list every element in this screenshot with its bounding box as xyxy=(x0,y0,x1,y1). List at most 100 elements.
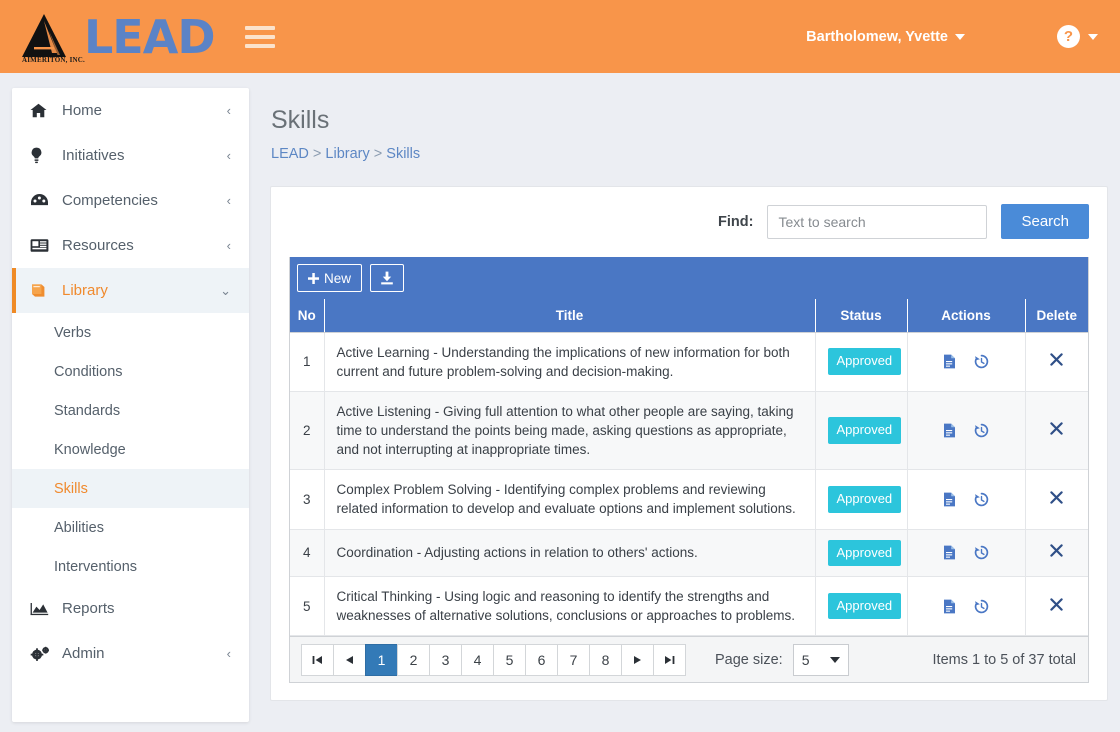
dashboard-icon xyxy=(30,193,56,208)
sidebar-item-home[interactable]: Home ‹ xyxy=(12,88,249,133)
sidebar-item-verbs[interactable]: Verbs xyxy=(12,313,249,352)
pager-prev-button[interactable] xyxy=(333,643,366,676)
plus-icon xyxy=(308,272,319,284)
pager-next-button[interactable] xyxy=(621,643,654,676)
first-page-icon xyxy=(312,655,322,664)
document-icon[interactable] xyxy=(943,545,956,560)
document-icon[interactable] xyxy=(943,599,956,614)
close-x-icon[interactable] xyxy=(1050,544,1063,561)
brand-subtitle: AIMERITON, INC. xyxy=(22,55,85,64)
breadcrumb-link-library[interactable]: Library xyxy=(325,146,369,162)
brand-block: AIMERITON, INC. LEAD xyxy=(0,9,275,65)
sidebar-item-competencies[interactable]: Competencies ‹ xyxy=(12,178,249,223)
sidebar-item-knowledge[interactable]: Knowledge xyxy=(12,430,249,469)
column-header-delete[interactable]: Delete xyxy=(1024,299,1088,333)
search-button[interactable]: Search xyxy=(1001,204,1089,239)
document-icon[interactable] xyxy=(943,423,956,438)
sidebar-item-resources[interactable]: Resources ‹ xyxy=(12,223,249,268)
sidebar-item-conditions[interactable]: Conditions xyxy=(12,352,249,391)
row-delete xyxy=(1024,391,1088,471)
row-actions xyxy=(906,332,1025,392)
pager-page-3[interactable]: 3 xyxy=(429,643,462,676)
hamburger-bar xyxy=(244,43,275,48)
chevron-left-icon: ‹ xyxy=(226,193,231,208)
page-title: Skills xyxy=(271,106,330,134)
pager-page-2[interactable]: 2 xyxy=(397,643,430,676)
history-icon[interactable] xyxy=(974,423,989,438)
new-button[interactable]: New xyxy=(297,264,363,292)
breadcrumb: LEAD > Library > Skills xyxy=(271,146,1120,162)
sidebar-item-label: Home xyxy=(62,102,103,119)
status-badge: Approved xyxy=(827,592,902,620)
row-title: Complex Problem Solving - Identifying co… xyxy=(323,469,815,530)
table-row: 4 Coordination - Adjusting actions in rel… xyxy=(290,529,1088,578)
history-icon[interactable] xyxy=(974,354,989,369)
hamburger-icon[interactable] xyxy=(244,25,275,48)
sidebar-item-admin[interactable]: Admin ‹ xyxy=(12,631,249,676)
row-status: Approved xyxy=(814,529,907,578)
row-number: 1 xyxy=(290,332,324,392)
pager-first-button[interactable] xyxy=(301,643,334,676)
sidebar-item-label: Reports xyxy=(62,600,115,617)
document-icon[interactable] xyxy=(943,492,956,507)
document-icon[interactable] xyxy=(943,354,956,369)
new-button-label: New xyxy=(324,270,352,286)
close-x-icon[interactable] xyxy=(1050,353,1063,370)
sidebar-item-library[interactable]: Library ⌄ xyxy=(12,268,249,313)
export-button[interactable] xyxy=(370,264,405,292)
chevron-left-icon: ‹ xyxy=(226,238,231,253)
pager-page-5[interactable]: 5 xyxy=(493,643,526,676)
pager-buttons: 1 2 3 4 5 6 7 8 xyxy=(301,643,686,676)
page-size-select[interactable]: 5 xyxy=(792,643,849,676)
column-header-title[interactable]: Title xyxy=(323,299,815,333)
row-number: 5 xyxy=(290,576,324,637)
sidebar-item-initiatives[interactable]: Initiatives ‹ xyxy=(12,133,249,178)
pager: 1 2 3 4 5 6 7 8 Page size: 5 Items 1 to … xyxy=(290,636,1088,683)
row-number: 2 xyxy=(290,391,324,471)
sidebar-item-label: Library xyxy=(62,282,108,299)
sidebar-item-label: Admin xyxy=(62,645,105,662)
caret-down-icon xyxy=(955,33,965,40)
history-icon[interactable] xyxy=(974,545,989,560)
help-menu[interactable]: ? xyxy=(1057,25,1098,48)
row-actions xyxy=(906,391,1025,471)
sidebar-item-standards[interactable]: Standards xyxy=(12,391,249,430)
hamburger-bar xyxy=(244,34,275,39)
column-header-no[interactable]: No xyxy=(290,299,324,333)
status-badge: Approved xyxy=(827,417,902,444)
pager-page-4[interactable]: 4 xyxy=(461,643,494,676)
breadcrumb-link-skills[interactable]: Skills xyxy=(386,146,420,162)
row-title: Coordination - Adjusting actions in rela… xyxy=(323,529,815,578)
close-x-icon[interactable] xyxy=(1050,491,1063,508)
sidebar-item-skills[interactable]: Skills xyxy=(12,469,249,508)
search-row: Find: Search xyxy=(289,204,1089,257)
close-x-icon[interactable] xyxy=(1050,422,1063,439)
column-header-actions[interactable]: Actions xyxy=(906,299,1025,333)
status-badge: Approved xyxy=(827,486,902,513)
pager-last-button[interactable] xyxy=(653,643,686,676)
close-x-icon[interactable] xyxy=(1050,597,1063,615)
search-input[interactable] xyxy=(767,204,988,239)
hamburger-bar xyxy=(244,25,275,30)
header-right: Bartholomew, Yvette ? xyxy=(806,25,1120,48)
breadcrumb-link-lead[interactable]: LEAD xyxy=(271,146,309,162)
sidebar-item-label: Competencies xyxy=(62,192,158,209)
history-icon[interactable] xyxy=(974,599,989,614)
pager-page-1[interactable]: 1 xyxy=(365,643,398,676)
table-row: 5 Critical Thinking - Using logic and rea… xyxy=(290,576,1088,637)
pager-page-7[interactable]: 7 xyxy=(557,643,590,676)
sidebar-item-interventions[interactable]: Interventions xyxy=(12,547,249,586)
user-menu[interactable]: Bartholomew, Yvette xyxy=(806,29,965,45)
column-header-status[interactable]: Status xyxy=(814,299,907,333)
history-icon[interactable] xyxy=(974,492,989,507)
newspaper-icon xyxy=(30,238,56,253)
pager-page-6[interactable]: 6 xyxy=(525,643,558,676)
sidebar-subitem-label: Skills xyxy=(54,480,88,497)
sidebar-item-reports[interactable]: Reports xyxy=(12,586,249,631)
sidebar-item-abilities[interactable]: Abilities xyxy=(12,508,249,547)
chevron-down-icon: ⌄ xyxy=(220,282,231,298)
lightbulb-icon xyxy=(30,147,56,164)
gears-icon xyxy=(30,646,56,662)
pager-page-8[interactable]: 8 xyxy=(589,643,622,676)
download-icon xyxy=(381,271,393,285)
